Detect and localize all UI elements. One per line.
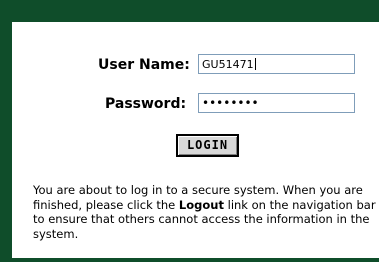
username-value: GU51471 <box>202 58 254 71</box>
page-frame: User Name: GU51471 Password: •••••••• LO… <box>0 0 379 262</box>
login-panel: User Name: GU51471 Password: •••••••• LO… <box>12 22 379 258</box>
login-button[interactable]: LOGIN <box>176 134 239 157</box>
username-label: User Name: <box>98 57 190 73</box>
password-label: Password: <box>105 96 187 112</box>
secure-system-notice: You are about to log in to a secure syst… <box>33 183 378 241</box>
password-mask: •••••••• <box>202 96 259 110</box>
logout-link-text: Logout <box>178 197 224 212</box>
username-field[interactable]: GU51471 <box>198 54 355 74</box>
password-field[interactable]: •••••••• <box>198 93 355 113</box>
text-caret <box>254 58 256 70</box>
